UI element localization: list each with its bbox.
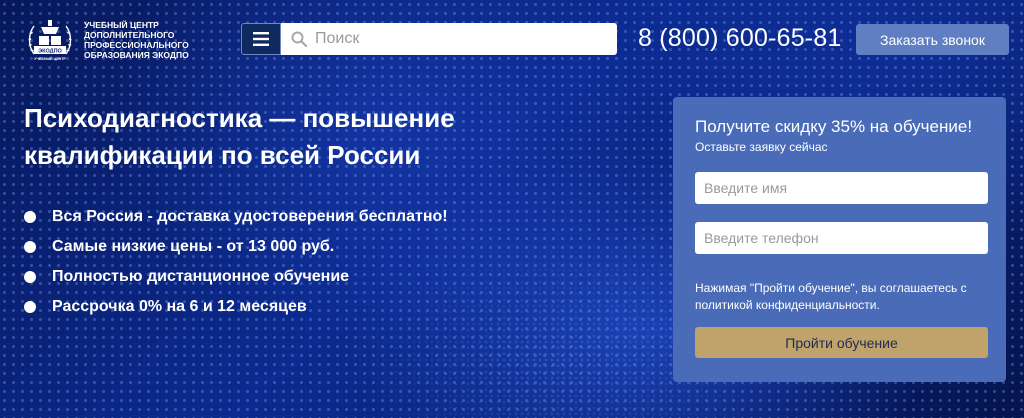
benefit-text: Вся Россия - доставка удостоверения бесп… [52,208,448,225]
bullet-icon [24,301,36,313]
benefit-item: Вся Россия - доставка удостоверения бесп… [24,202,448,232]
benefit-item: Полностью дистанционное обучение [24,262,448,292]
logo-text: УЧЕБНЫЙ ЦЕНТР ДОПОЛНИТЕЛЬНОГО ПРОФЕССИОН… [84,20,189,60]
menu-button[interactable] [241,23,281,55]
bullet-icon [24,211,36,223]
name-field[interactable] [695,172,988,204]
hamburger-icon [253,32,269,46]
submit-button[interactable]: Пройти обучение [695,327,988,358]
phone-number[interactable]: 8 (800) 600-65-81 [638,24,842,53]
logo-emblem-text: ЭКОДПО [38,49,62,55]
search-input[interactable] [313,29,607,49]
bullet-icon [24,241,36,253]
discount-form: Получите скидку 35% на обучение! Оставьт… [673,97,1006,382]
bullet-icon [24,271,36,283]
benefit-text: Самые низкие цены - от 13 000 руб. [52,238,335,255]
benefit-text: Рассрочка 0% на 6 и 12 месяцев [52,298,307,315]
benefits-list: Вся Россия - доставка удостоверения бесп… [24,202,448,322]
phone-field[interactable] [695,222,988,254]
form-title: Получите скидку 35% на обучение! [695,117,973,136]
callback-button[interactable]: Заказать звонок [856,24,1009,55]
benefit-text: Полностью дистанционное обучение [52,268,350,285]
form-subtitle: Оставьте заявку сейчас [695,140,828,154]
logo-emblem-icon: ЭКОДПО УЧЕБНЫЙ ЦЕНТР [28,20,72,61]
benefit-item: Самые низкие цены - от 13 000 руб. [24,232,448,262]
consent-text: Нажимая "Пройти обучение", вы соглашаете… [695,281,967,312]
search-icon [291,31,307,47]
page-title: Психодиагностика — повышение квалификаци… [24,103,455,170]
logo[interactable]: ЭКОДПО УЧЕБНЫЙ ЦЕНТР УЧЕБНЫЙ ЦЕНТР ДОПОЛ… [24,14,202,66]
benefit-item: Рассрочка 0% на 6 и 12 месяцев [24,292,448,322]
hero-section: ЭКОДПО УЧЕБНЫЙ ЦЕНТР УЧЕБНЫЙ ЦЕНТР ДОПОЛ… [0,0,1024,418]
search-box[interactable] [281,23,617,55]
logo-emblem-subtext: УЧЕБНЫЙ ЦЕНТР [34,57,66,61]
